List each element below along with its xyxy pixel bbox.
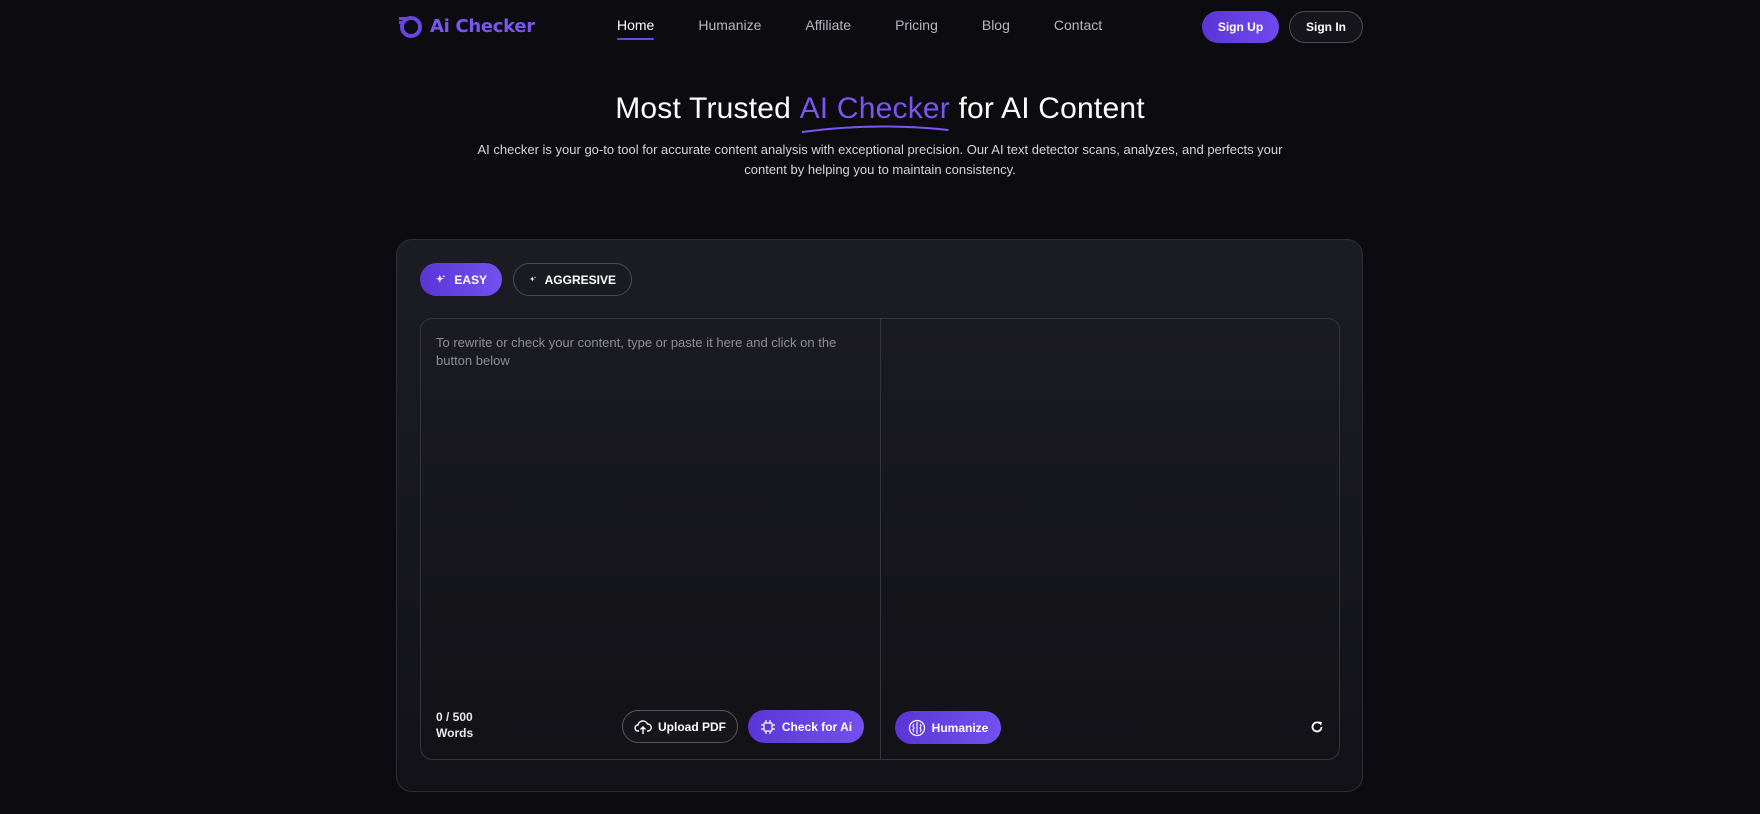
nav-link-pricing[interactable]: Pricing bbox=[895, 17, 938, 33]
hero-title: Most Trusted AI Checker for AI Content bbox=[0, 92, 1760, 133]
brain-icon bbox=[908, 719, 925, 736]
mode-easy-button[interactable]: EASY bbox=[420, 263, 502, 296]
word-counter: 0 / 500 Words bbox=[436, 709, 473, 741]
mode-aggressive-button[interactable]: AGGRESIVE bbox=[513, 263, 632, 296]
editor-panel: To rewrite or check your content, type o… bbox=[420, 318, 1340, 760]
word-count-value: 0 / 500 bbox=[436, 710, 473, 724]
refresh-icon bbox=[1311, 721, 1323, 733]
word-count-unit: Words bbox=[436, 726, 474, 740]
sparkle-icon bbox=[529, 276, 537, 282]
humanize-button[interactable]: Humanize bbox=[895, 711, 1001, 744]
nav-link-affiliate[interactable]: Affiliate bbox=[805, 17, 851, 33]
upload-pdf-button[interactable]: Upload PDF bbox=[622, 710, 738, 743]
logo-text: Ai Checker bbox=[430, 15, 535, 37]
cloud-upload-icon bbox=[634, 719, 652, 734]
sign-up-button[interactable]: Sign Up bbox=[1202, 11, 1279, 43]
check-for-ai-label: Check for Ai bbox=[781, 719, 853, 734]
hero-title-accent: AI Checker bbox=[799, 92, 950, 133]
nav-link-humanize[interactable]: Humanize bbox=[698, 17, 761, 33]
sign-in-button[interactable]: Sign In bbox=[1289, 11, 1363, 43]
chip-icon bbox=[760, 719, 775, 734]
nav-link-contact[interactable]: Contact bbox=[1054, 17, 1102, 33]
hero-title-accent-text: AI Checker bbox=[799, 92, 950, 125]
logo-icon bbox=[399, 16, 422, 38]
logo[interactable]: Ai Checker bbox=[396, 12, 535, 40]
nav-links: Home Humanize Affiliate Pricing Blog Con… bbox=[617, 17, 1146, 40]
hero-subtitle: AI checker is your go-to tool for accura… bbox=[477, 142, 1283, 177]
nav-link-home[interactable]: Home bbox=[617, 17, 655, 40]
hero-title-before: Most Trusted bbox=[615, 92, 800, 125]
humanize-label: Humanize bbox=[931, 720, 989, 735]
check-for-ai-button[interactable]: Check for Ai bbox=[748, 710, 864, 743]
hero-title-after: for AI Content bbox=[949, 92, 1145, 125]
top-navbar: Ai Checker Home Humanize Affiliate Prici… bbox=[0, 0, 1760, 54]
mode-easy-label: EASY bbox=[454, 272, 487, 287]
mode-aggressive-label: AGGRESIVE bbox=[544, 272, 616, 287]
editor-divider bbox=[880, 319, 881, 759]
sparkle-icon bbox=[435, 274, 446, 283]
checker-card: EASY AGGRESIVE To rewrite or check your … bbox=[396, 239, 1363, 792]
upload-pdf-label: Upload PDF bbox=[658, 719, 726, 734]
nav-link-blog[interactable]: Blog bbox=[982, 17, 1010, 33]
refresh-button[interactable] bbox=[1307, 717, 1327, 737]
accent-underline bbox=[801, 125, 949, 133]
input-textarea[interactable]: To rewrite or check your content, type o… bbox=[436, 334, 861, 370]
